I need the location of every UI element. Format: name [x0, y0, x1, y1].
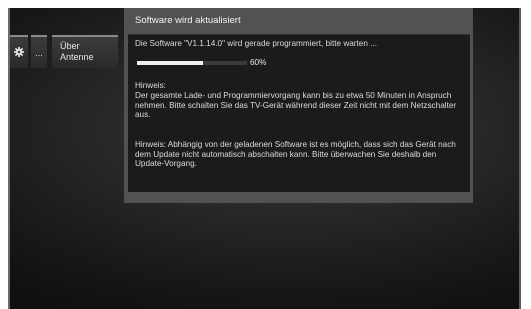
- note-auto-shutdown-text: Hinweis: Abhängig von der geladenen Soft…: [135, 140, 456, 169]
- progress-bar: [137, 61, 247, 65]
- about-antenna-tile[interactable]: Über Antenne: [52, 35, 118, 68]
- software-update-dialog: Software wird aktualisiert Die Software …: [124, 8, 473, 203]
- note-heading: Hinweis:: [135, 81, 166, 90]
- about-antenna-line2: Antenne: [60, 52, 94, 62]
- gear-icon: [14, 44, 24, 62]
- screen-edge-right: [519, 8, 521, 309]
- note-duration-text: Der gesamte Lade- und Programmiervorgang…: [135, 91, 457, 120]
- more-label: ...: [35, 47, 43, 58]
- dialog-title: Software wird aktualisiert: [135, 15, 241, 26]
- about-antenna-line1: Über: [60, 41, 80, 51]
- settings-tile[interactable]: [10, 35, 28, 68]
- progress-percent: 60%: [250, 58, 267, 67]
- more-tile[interactable]: ...: [31, 35, 47, 68]
- update-status-text: Die Software "V1.1.14.0" wird gerade pro…: [135, 39, 377, 48]
- dialog-body: Die Software "V1.1.14.0" wird gerade pro…: [128, 34, 470, 192]
- progress-bar-fill: [137, 61, 203, 65]
